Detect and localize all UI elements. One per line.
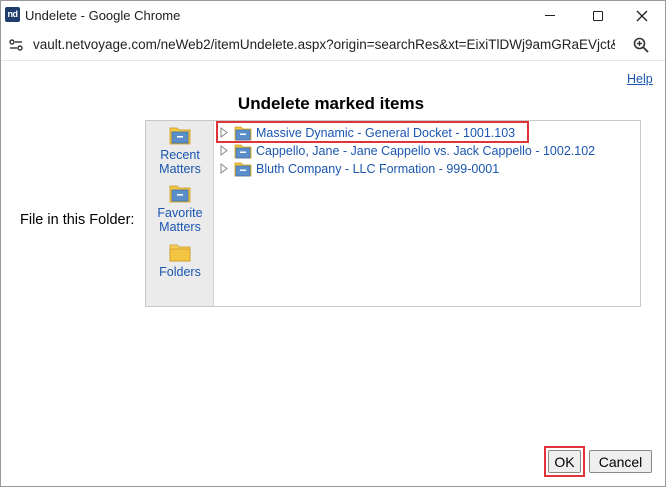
help-link[interactable]: Help: [627, 72, 653, 86]
tree-item-label[interactable]: Bluth Company - LLC Formation - 999-0001: [256, 162, 499, 176]
tree-item[interactable]: Bluth Company - LLC Formation - 999-0001: [218, 160, 499, 177]
page-title-text: Undelete marked items: [237, 94, 425, 113]
sidebar-favorite-label-2: Matters: [159, 220, 201, 234]
title-bar: nd Undelete - Google Chrome: [1, 1, 665, 30]
minimize-button[interactable]: [527, 1, 573, 30]
matter-folder-icon: [234, 144, 252, 158]
picker-sidebar: Recent Matters Favorite Matters Folders: [146, 121, 214, 306]
sidebar-item-recent-matters[interactable]: Recent Matters: [146, 125, 214, 176]
annotation-highlight-matter: [216, 121, 529, 143]
address-divider: [1, 60, 665, 61]
tree-item[interactable]: Cappello, Jane - Jane Cappello vs. Jack …: [218, 142, 595, 159]
window-title: Undelete - Google Chrome: [25, 8, 181, 23]
zoom-icon[interactable]: [632, 36, 650, 54]
recent-matters-icon: [169, 127, 191, 145]
browser-window: nd Undelete - Google Chrome vault.netvoy…: [0, 0, 666, 487]
address-bar[interactable]: vault.netvoyage.com/neWeb2/itemUndelete.…: [1, 30, 665, 60]
annotation-highlight-ok: [544, 446, 585, 477]
close-button[interactable]: [619, 1, 665, 30]
sidebar-favorite-label-1: Favorite: [157, 206, 203, 220]
tree-item-label[interactable]: Cappello, Jane - Jane Cappello vs. Jack …: [256, 144, 595, 158]
sidebar-item-folders[interactable]: Folders: [146, 242, 214, 279]
sidebar-recent-label-2: Matters: [159, 162, 201, 176]
site-settings-icon[interactable]: [8, 37, 24, 53]
sidebar-recent-label-1: Recent: [160, 148, 200, 162]
folder-picker: Recent Matters Favorite Matters Folders: [145, 120, 641, 307]
sidebar-folders-label: Folders: [159, 265, 201, 279]
maximize-button[interactable]: [575, 1, 621, 30]
url-text[interactable]: vault.netvoyage.com/neWeb2/itemUndelete.…: [33, 37, 615, 52]
page-title: Undelete marked items: [1, 94, 665, 114]
cancel-button[interactable]: Cancel: [589, 450, 652, 473]
expand-arrow-icon[interactable]: [218, 160, 230, 177]
favorite-matters-icon: [169, 185, 191, 203]
close-icon: [636, 10, 648, 21]
matter-folder-icon: [234, 162, 252, 176]
folders-icon: [169, 244, 191, 262]
maximize-icon: [593, 10, 603, 21]
expand-arrow-icon[interactable]: [218, 142, 230, 159]
sidebar-item-favorite-matters[interactable]: Favorite Matters: [146, 183, 214, 234]
netdocuments-app-icon: nd: [5, 7, 20, 22]
file-in-folder-label: File in this Folder:: [20, 212, 135, 228]
minimize-icon: [545, 15, 555, 16]
